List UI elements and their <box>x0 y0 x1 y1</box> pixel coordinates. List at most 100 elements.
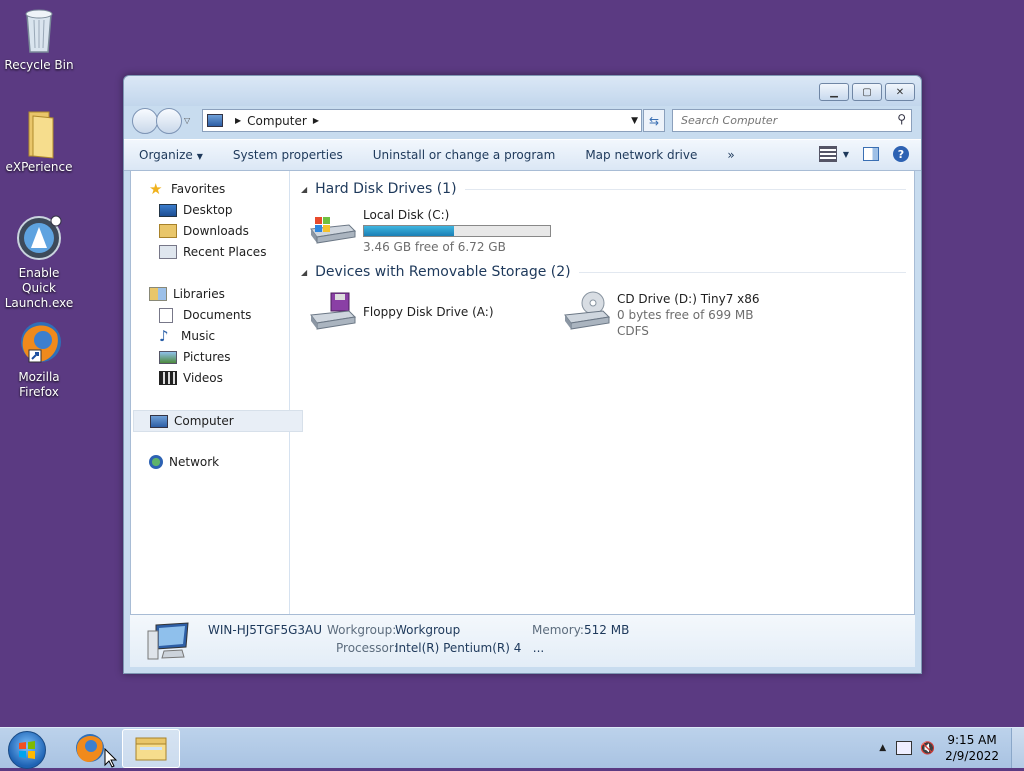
system-tray: ▲ 🔇 9:15 AM 2/9/2022 <box>879 728 1024 768</box>
nav-item-documents[interactable]: Documents <box>159 305 251 325</box>
taskbar: ▲ 🔇 9:15 AM 2/9/2022 <box>0 727 1024 769</box>
star-icon: ★ <box>149 180 163 198</box>
desktop-icon-experience[interactable]: eXPerience <box>1 108 77 175</box>
search-icon[interactable]: ⚲ <box>897 112 906 126</box>
breadcrumb-computer[interactable]: Computer <box>247 114 307 128</box>
nav-item-music[interactable]: ♪ Music <box>159 326 215 346</box>
search-box[interactable]: ⚲ <box>672 109 912 132</box>
nav-item-label: Pictures <box>183 350 231 364</box>
drive-free-space: 0 bytes free of 699 MB <box>617 308 754 322</box>
organize-menu[interactable]: Organize ▼ <box>124 148 218 162</box>
map-network-drive-button[interactable]: Map network drive <box>570 148 712 162</box>
show-hidden-icons-icon[interactable]: ▲ <box>879 743 886 753</box>
memory-value: 512 MB <box>584 623 630 637</box>
nav-item-libraries[interactable]: Libraries <box>149 284 225 304</box>
close-button[interactable]: ✕ <box>885 83 915 101</box>
pictures-icon <box>159 350 177 364</box>
clock-date: 2/9/2022 <box>945 749 999 763</box>
drive-name: CD Drive (D:) Tiny7 x86 <box>617 292 760 306</box>
title-bar[interactable]: ▁ ▢ ✕ <box>124 76 921 106</box>
change-view-button[interactable]: ▼ <box>818 146 849 162</box>
system-properties-button[interactable]: System properties <box>218 148 358 162</box>
back-button[interactable] <box>132 108 158 134</box>
show-desktop-button[interactable] <box>1011 728 1024 768</box>
nav-item-pictures[interactable]: Pictures <box>159 347 231 367</box>
desktop-icon-enable-quick-launch[interactable]: Enable Quick Launch.exe <box>1 214 77 311</box>
address-bar[interactable]: ▶ Computer ▶ ▼ <box>202 109 642 132</box>
desktop-icon <box>159 203 177 217</box>
nav-item-label: Libraries <box>173 287 225 301</box>
nav-item-computer[interactable]: Computer <box>133 410 303 432</box>
explorer-window: ▁ ▢ ✕ ▽ ▶ Computer ▶ ▼ ⇆ ⚲ Organize▼ Sys… <box>123 75 922 674</box>
group-header-label: Devices with Removable Storage (2) <box>315 264 571 280</box>
nav-item-label: Downloads <box>183 224 249 238</box>
uninstall-program-button[interactable]: Uninstall or change a program <box>358 148 571 162</box>
view-details-icon <box>818 146 837 162</box>
group-header-removable[interactable]: ◢ Devices with Removable Storage (2) <box>301 264 906 280</box>
computer-icon <box>146 621 190 660</box>
nav-item-favorites[interactable]: ★ Favorites <box>149 179 225 199</box>
start-button[interactable] <box>8 731 46 769</box>
cd-drive-icon <box>563 291 611 331</box>
nav-item-label: Recent Places <box>183 245 267 259</box>
nav-item-videos[interactable]: Videos <box>159 368 223 388</box>
windows-logo-icon <box>19 741 35 759</box>
breadcrumb-separator-icon[interactable]: ▶ <box>313 116 319 125</box>
help-icon[interactable]: ? <box>893 146 909 162</box>
preview-pane-icon[interactable] <box>863 147 879 161</box>
drive-name: Floppy Disk Drive (A:) <box>363 305 494 319</box>
maximize-icon: ▢ <box>862 86 872 98</box>
drive-name: Local Disk (C:) <box>363 208 450 222</box>
details-pane: WIN-HJ5TGF5G3AU Workgroup: Workgroup Mem… <box>130 615 915 667</box>
taskbar-windows-explorer[interactable] <box>122 729 180 768</box>
workgroup-value: Workgroup <box>395 623 461 637</box>
nav-item-downloads[interactable]: Downloads <box>159 221 249 241</box>
refresh-button[interactable]: ⇆ <box>643 109 665 132</box>
clock[interactable]: 9:15 AM 2/9/2022 <box>945 732 999 764</box>
search-input[interactable] <box>679 113 893 128</box>
music-icon: ♪ <box>159 327 169 345</box>
drive-local-disk-c[interactable]: Local Disk (C:) 3.46 GB free of 6.72 GB <box>309 207 551 255</box>
chevron-down-icon: ▼ <box>842 149 849 159</box>
hard-disk-icon <box>309 207 357 247</box>
processor-value: Intel(R) Pentium(R) 4 ... <box>395 641 545 655</box>
recycle-bin-icon <box>15 6 63 54</box>
drive-floppy-a[interactable]: Floppy Disk Drive (A:) <box>309 291 494 331</box>
collapse-triangle-icon[interactable]: ◢ <box>301 185 307 194</box>
disk-usage-fill <box>364 226 455 236</box>
memory-label: Memory: <box>532 623 584 637</box>
content-area: ★ Favorites Desktop Downloads Recent Pla… <box>130 170 915 615</box>
nav-item-desktop[interactable]: Desktop <box>159 200 233 220</box>
firefox-icon <box>15 318 63 366</box>
nav-item-label: Favorites <box>171 182 226 196</box>
recent-pages-dropdown[interactable]: ▽ <box>184 116 190 134</box>
desktop-icon-mozilla-firefox[interactable]: Mozilla Firefox <box>1 318 77 400</box>
maximize-button[interactable]: ▢ <box>852 83 882 101</box>
nav-item-network[interactable]: Network <box>149 452 219 472</box>
collapse-triangle-icon[interactable]: ◢ <box>301 268 307 277</box>
group-header-hard-disks[interactable]: ◢ Hard Disk Drives (1) <box>301 181 906 197</box>
desktop-icon-label: Recycle Bin <box>4 58 74 72</box>
forward-button[interactable] <box>156 108 182 134</box>
desktop-icon-recycle-bin[interactable]: Recycle Bin <box>1 6 77 73</box>
desktop-icon-label: eXPerience <box>5 160 73 174</box>
documents-icon <box>159 307 173 323</box>
disk-usage-bar <box>363 225 551 237</box>
address-dropdown-icon[interactable]: ▼ <box>631 116 638 126</box>
videos-icon <box>159 371 177 385</box>
group-divider <box>464 188 906 190</box>
nav-item-label: Videos <box>183 371 223 385</box>
network-status-icon[interactable] <box>896 741 913 755</box>
recent-places-icon <box>159 245 177 259</box>
nav-item-recent-places[interactable]: Recent Places <box>159 242 266 262</box>
downloads-folder-icon <box>159 224 177 238</box>
drive-cd-d[interactable]: CD Drive (D:) Tiny7 x86 0 bytes free of … <box>563 291 760 339</box>
folder-icon <box>15 108 63 159</box>
volume-muted-icon[interactable]: 🔇 <box>920 741 935 755</box>
nav-item-label: Desktop <box>183 203 233 217</box>
more-commands-button[interactable]: » <box>712 148 749 162</box>
nav-item-label: Documents <box>183 308 252 322</box>
breadcrumb-separator-icon[interactable]: ▶ <box>235 116 241 125</box>
minimize-button[interactable]: ▁ <box>819 83 849 101</box>
nav-item-label: Computer <box>174 414 234 428</box>
